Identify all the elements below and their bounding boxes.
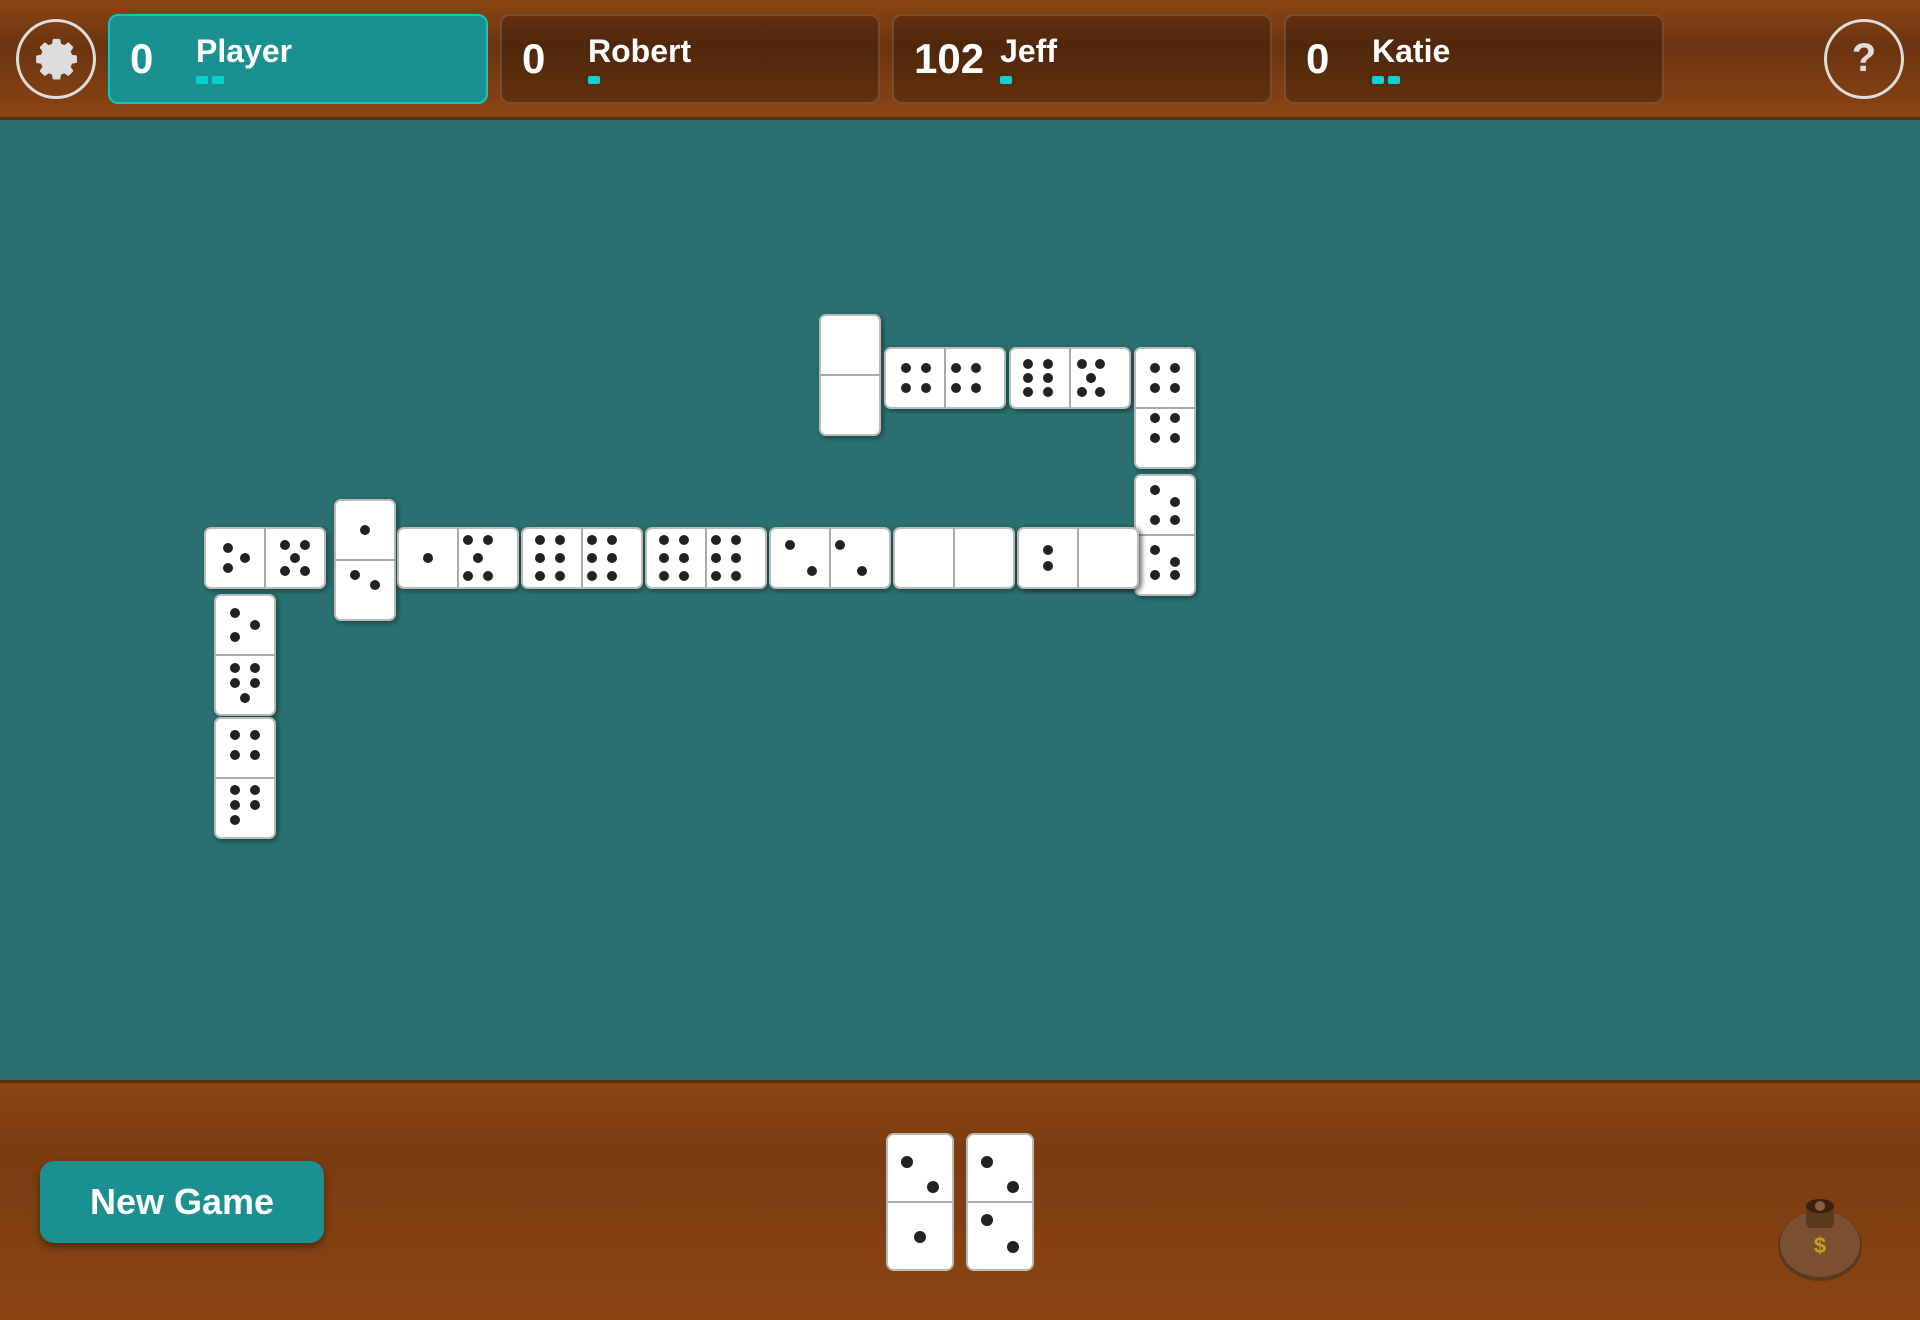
new-game-button[interactable]: New Game bbox=[40, 1161, 324, 1243]
player-bars-1 bbox=[588, 76, 691, 84]
player-score-2: 102 bbox=[914, 35, 984, 83]
player-hand bbox=[885, 1132, 1035, 1272]
player-bars-2 bbox=[1000, 76, 1057, 84]
gear-icon bbox=[28, 31, 84, 87]
player-score-0: 0 bbox=[130, 35, 180, 83]
svg-text:$: $ bbox=[1814, 1233, 1826, 1258]
player-card-3: 0 Katie bbox=[1284, 14, 1664, 104]
bar bbox=[1388, 76, 1400, 84]
bar bbox=[196, 76, 208, 84]
hand-domino-0[interactable] bbox=[885, 1132, 955, 1272]
game-area bbox=[0, 120, 1920, 1080]
player-card-0: 0 Player bbox=[108, 14, 488, 104]
bag-icon[interactable]: $ bbox=[1770, 1171, 1870, 1300]
player-card-2: 102 Jeff bbox=[892, 14, 1272, 104]
player-bars-3 bbox=[1372, 76, 1450, 84]
player-name-2: Jeff bbox=[1000, 33, 1057, 70]
player-info-3: Katie bbox=[1372, 33, 1450, 84]
bar bbox=[212, 76, 224, 84]
player-score-3: 0 bbox=[1306, 35, 1356, 83]
settings-button[interactable] bbox=[16, 19, 96, 99]
player-name-1: Robert bbox=[588, 33, 691, 70]
game-board bbox=[0, 120, 1920, 1080]
player-info-0: Player bbox=[196, 33, 292, 84]
help-button[interactable]: ? bbox=[1824, 19, 1904, 99]
hand-domino-1[interactable] bbox=[965, 1132, 1035, 1272]
bar bbox=[1372, 76, 1384, 84]
bottom-tray: New Game bbox=[0, 1080, 1920, 1320]
header: 0 Player 0 Robert 102 Jeff 0 K bbox=[0, 0, 1920, 120]
bar bbox=[588, 76, 600, 84]
bar bbox=[1000, 76, 1012, 84]
player-info-2: Jeff bbox=[1000, 33, 1057, 84]
player-info-1: Robert bbox=[588, 33, 691, 84]
player-bars-0 bbox=[196, 76, 292, 84]
player-name-0: Player bbox=[196, 33, 292, 70]
player-name-3: Katie bbox=[1372, 33, 1450, 70]
player-card-1: 0 Robert bbox=[500, 14, 880, 104]
player-score-1: 0 bbox=[522, 35, 572, 83]
